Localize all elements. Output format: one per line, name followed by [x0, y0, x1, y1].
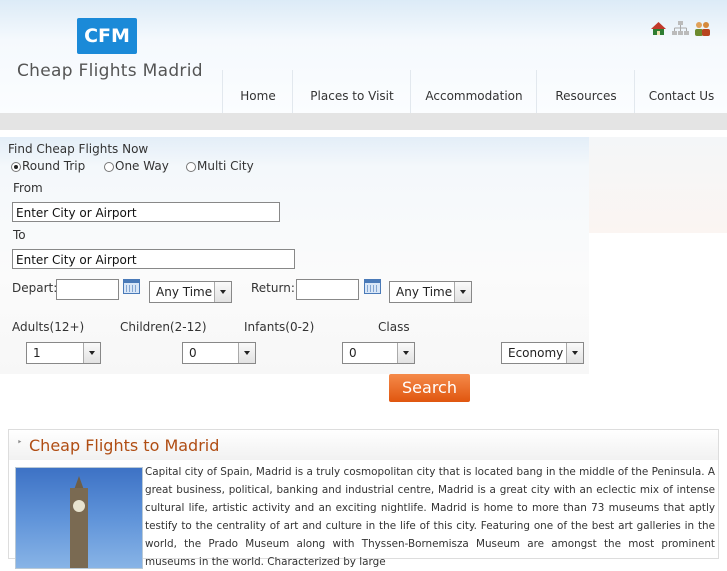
nav-accommodation[interactable]: Accommodation [410, 70, 537, 113]
search-button[interactable]: Search [389, 374, 470, 402]
site-name[interactable]: Cheap Flights Madrid [17, 61, 203, 81]
from-label: From [13, 181, 43, 195]
main-nav: Home Places to Visit Accommodation Resou… [222, 70, 727, 113]
one-way-radio[interactable] [104, 162, 114, 172]
depart-time-value: Any Time [156, 285, 213, 299]
class-label: Class [378, 320, 410, 334]
adults-label: Adults(12+) [12, 320, 85, 334]
contact-people-icon[interactable] [694, 21, 711, 36]
return-time-value: Any Time [396, 285, 453, 299]
depart-label: Depart: [12, 281, 58, 295]
chevron-down-icon [397, 343, 414, 363]
class-select[interactable]: Economy [501, 342, 584, 364]
depart-date-input[interactable] [56, 279, 119, 300]
nav-places-to-visit[interactable]: Places to Visit [292, 70, 411, 113]
infants-label: Infants(0-2) [244, 320, 315, 334]
side-strip [589, 137, 727, 233]
infants-value: 0 [349, 346, 357, 360]
article-body: Capital city of Spain, Madrid is a truly… [145, 466, 715, 568]
article-header: ‣ Cheap Flights to Madrid [9, 430, 718, 460]
depart-calendar-icon[interactable] [123, 279, 140, 294]
children-value: 0 [189, 346, 197, 360]
top-icons [650, 21, 714, 37]
to-input[interactable]: Enter City or Airport [12, 249, 295, 269]
chevron-down-icon [238, 343, 255, 363]
chevron-down-icon [566, 343, 583, 363]
nav-resources[interactable]: Resources [536, 70, 635, 113]
article-box: ‣ Cheap Flights to Madrid Capital city o… [8, 429, 719, 569]
children-select[interactable]: 0 [182, 342, 256, 364]
class-value: Economy [508, 346, 564, 360]
multi-city-label: Multi City [197, 159, 254, 173]
round-trip-label: Round Trip [22, 159, 86, 173]
round-trip-radio[interactable] [11, 162, 21, 172]
clock-face [73, 500, 85, 512]
depart-time-select[interactable]: Any Time [149, 281, 232, 303]
big-ben-photo [15, 467, 143, 569]
nav-home[interactable]: Home [222, 70, 293, 113]
chevron-down-icon [454, 282, 471, 302]
home-icon[interactable] [650, 21, 667, 36]
return-date-input[interactable] [296, 279, 359, 300]
nav-contact-us[interactable]: Contact Us [634, 70, 727, 113]
bullet-icon: ‣ [17, 438, 23, 448]
infants-select[interactable]: 0 [342, 342, 415, 364]
chevron-down-icon [214, 282, 231, 302]
adults-value: 1 [33, 346, 41, 360]
return-calendar-icon[interactable] [364, 279, 381, 294]
multi-city-radio[interactable] [186, 162, 196, 172]
sitemap-icon[interactable] [672, 21, 689, 36]
from-input[interactable]: Enter City or Airport [12, 202, 280, 222]
return-time-select[interactable]: Any Time [389, 281, 472, 303]
header-divider-band [0, 113, 727, 130]
children-label: Children(2-12) [120, 320, 207, 334]
article-title: Cheap Flights to Madrid [29, 436, 220, 455]
to-label: To [13, 228, 26, 242]
return-label: Return: [251, 281, 295, 295]
one-way-label: One Way [115, 159, 169, 173]
site-logo[interactable]: CFM [77, 18, 137, 54]
adults-select[interactable]: 1 [26, 342, 101, 364]
search-form-heading: Find Cheap Flights Now [8, 142, 149, 156]
chevron-down-icon [83, 343, 100, 363]
